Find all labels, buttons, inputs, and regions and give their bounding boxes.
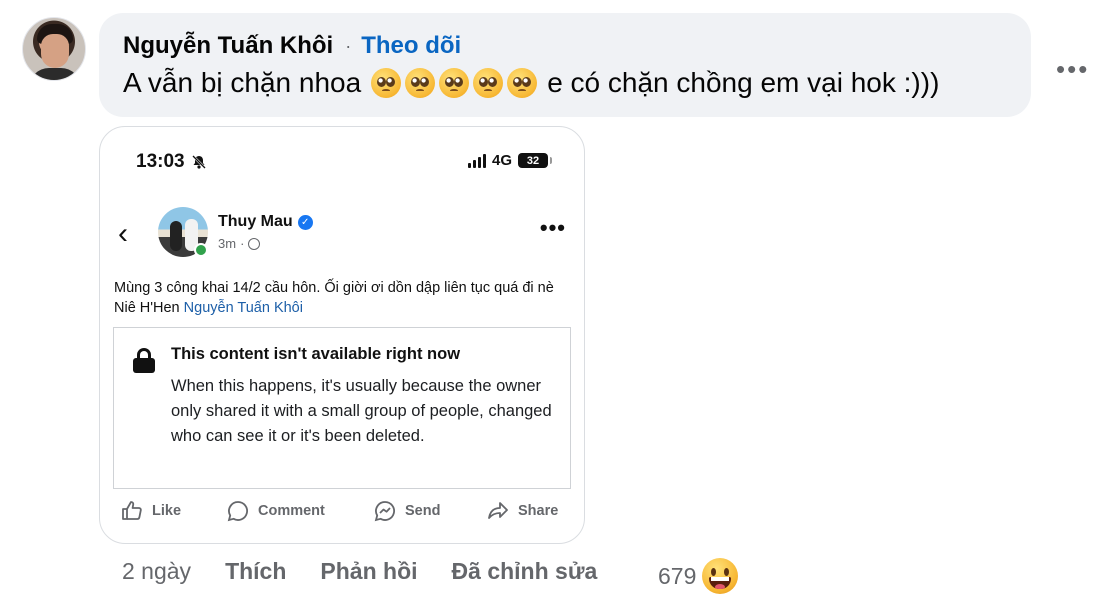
unavailable-body: When this happens, it's usually because … (171, 377, 552, 445)
share-button[interactable]: Share (486, 499, 558, 523)
lock-icon (133, 348, 155, 373)
emoji-group (371, 68, 538, 98)
bell-off-icon (191, 155, 206, 169)
post-more-options-icon[interactable]: ••• (540, 215, 566, 241)
comment-label: Comment (258, 503, 325, 519)
edited-label[interactable]: Đã chỉnh sửa (452, 558, 598, 585)
avatar-shirt (29, 68, 81, 80)
battery-icon: 32 (518, 153, 552, 168)
share-arrow-icon (488, 502, 508, 519)
online-status-dot (194, 243, 208, 257)
comment-text-before: A vẫn bị chặn nhoa (123, 67, 362, 98)
post-author: Thuy Mau ✓ (218, 213, 313, 231)
share-label: Share (518, 503, 559, 519)
post-text-body: Mùng 3 công khai 14/2 cầu hôn. Ối giời ơ… (114, 280, 554, 316)
signal-bars-icon (467, 153, 486, 168)
thumbs-up-icon (122, 501, 142, 520)
pleading-face-emoji (439, 68, 470, 98)
verified-badge-icon: ✓ (297, 214, 313, 230)
comment-button[interactable]: Comment (226, 499, 325, 523)
post-meta: 3m · (218, 236, 261, 251)
reaction-count: 679 (658, 562, 697, 589)
post-meta-separator: · (240, 236, 245, 251)
status-bar-right: 4G 32 (467, 152, 552, 169)
send-label: Send (405, 503, 441, 519)
network-label: 4G (491, 152, 512, 169)
status-time-text: 13:03 (136, 151, 185, 172)
embedded-screenshot[interactable]: 13:03 4G 32 ‹ Thuy Mau ✓ 3m · ••• Mùng 3… (99, 126, 585, 544)
like-button[interactable]: Like (120, 499, 181, 523)
reaction-summary[interactable]: 679 (658, 558, 739, 594)
pleading-face-emoji (507, 68, 538, 98)
pleading-face-emoji (473, 68, 504, 98)
comment-timestamp[interactable]: 2 ngày (122, 558, 191, 585)
reply-button[interactable]: Phản hồi (320, 558, 417, 585)
comment-footer: 2 ngày Thích Phản hồi Đã chỉnh sửa (122, 558, 597, 585)
post-mention-link[interactable]: Nguyễn Tuấn Khôi (184, 300, 303, 316)
comment-author-name[interactable]: Nguyễn Tuấn Khôi (123, 32, 333, 60)
post-header: ‹ Thuy Mau ✓ 3m · ••• (100, 207, 584, 263)
back-chevron-icon[interactable]: ‹ (118, 217, 128, 251)
comment-bubble-icon (227, 501, 248, 522)
content-unavailable-box: This content isn't available right now W… (113, 327, 571, 489)
battery-level: 32 (526, 154, 540, 167)
like-label: Like (152, 503, 182, 519)
commenter-avatar[interactable] (22, 17, 86, 81)
post-action-bar: Like Comment Send Share (100, 499, 584, 529)
send-button[interactable]: Send (373, 499, 440, 523)
comment-bubble: Nguyễn Tuấn Khôi · Theo dõi A vẫn bị chặ… (99, 13, 1031, 117)
post-author-name[interactable]: Thuy Mau (218, 213, 293, 231)
grinning-face-emoji (702, 558, 739, 594)
avatar-face (41, 34, 69, 68)
post-age[interactable]: 3m (218, 236, 236, 251)
comment-text: A vẫn bị chặn nhoa e có chặn chồng em vạ… (123, 67, 939, 99)
post-text: Mùng 3 công khai 14/2 cầu hôn. Ối giời ơ… (114, 278, 574, 318)
unavailable-title: This content isn't available right now (171, 345, 461, 363)
status-bar-time: 13:03 (136, 151, 207, 173)
globe-icon (248, 237, 261, 250)
comment-more-options-icon[interactable]: ••• (1056, 54, 1089, 85)
comment-text-after: e có chặn chồng em vại hok :))) (547, 67, 940, 98)
like-comment-button[interactable]: Thích (225, 558, 286, 585)
follow-link[interactable]: Theo dõi (361, 32, 461, 60)
header-separator: · (345, 35, 352, 56)
pleading-face-emoji (371, 68, 402, 98)
pleading-face-emoji (405, 68, 436, 98)
messenger-icon (374, 501, 395, 522)
comment-header: Nguyễn Tuấn Khôi · Theo dõi (123, 32, 461, 60)
